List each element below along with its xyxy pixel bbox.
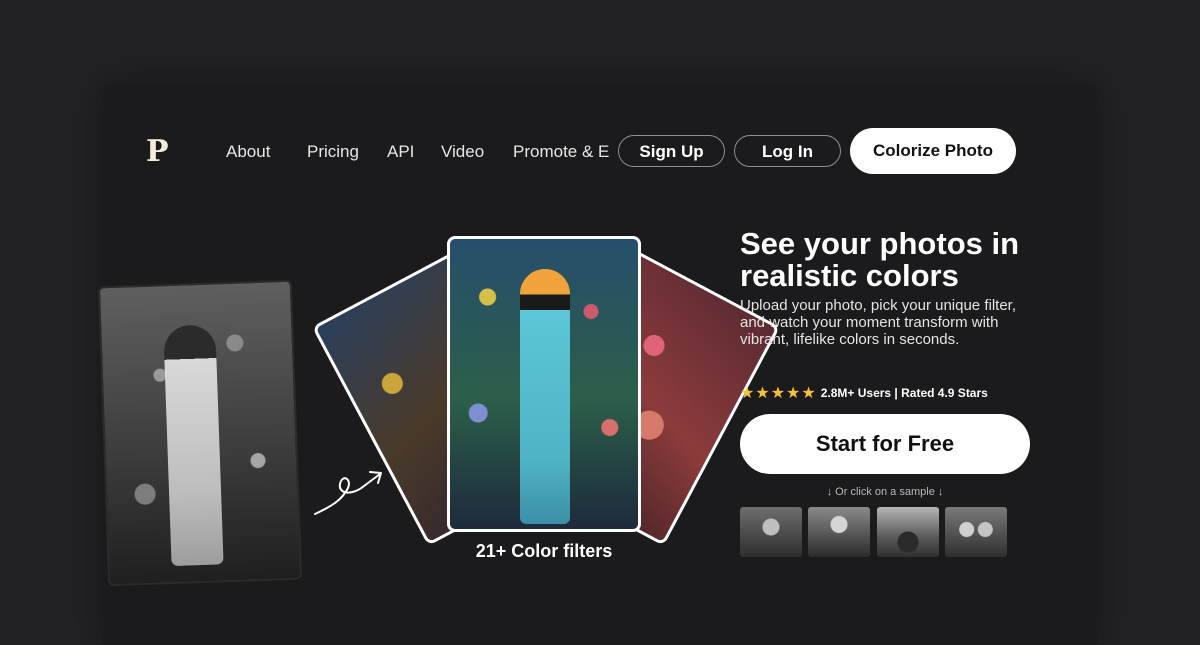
sample-thumbnail[interactable]: [945, 507, 1007, 557]
nav-link-promote[interactable]: Promote & E: [513, 141, 621, 165]
log-in-button[interactable]: Log In: [734, 135, 841, 167]
hero-headline: See your photos in realistic colors: [740, 226, 1020, 293]
nav-link-pricing[interactable]: Pricing: [307, 141, 359, 163]
rating-row: ★★★★★ 2.8M+ Users | Rated 4.9 Stars: [740, 383, 988, 403]
sample-hint: ↓ Or click on a sample ↓: [826, 486, 944, 498]
sample-thumbnail[interactable]: [740, 507, 802, 557]
hero-subtext: Upload your photo, pick your unique filt…: [740, 297, 1016, 348]
photo-figure: [163, 324, 224, 567]
nav-link-api[interactable]: API: [387, 141, 414, 163]
star-icon: ★★★★★: [740, 383, 817, 402]
nav-link-promote-label: Promote & E: [513, 142, 610, 161]
rating-text: 2.8M+ Users | Rated 4.9 Stars: [820, 386, 988, 400]
color-filters-label: 21+ Color filters: [475, 541, 613, 561]
nav-link-about[interactable]: About: [226, 141, 270, 163]
nav-link-video[interactable]: Video: [441, 141, 484, 163]
sign-up-button[interactable]: Sign Up: [618, 135, 725, 167]
filter-card-center[interactable]: [447, 236, 641, 532]
start-for-free-button[interactable]: Start for Free: [740, 414, 1030, 474]
sample-thumbnail[interactable]: [808, 507, 870, 557]
colorize-photo-button[interactable]: Colorize Photo: [850, 128, 1016, 174]
curved-arrow-icon: [314, 471, 382, 515]
bw-sample-photo: [97, 279, 303, 587]
sample-thumbnail[interactable]: [877, 507, 939, 557]
brand-logo[interactable]: P: [146, 136, 169, 168]
photo-figure: [520, 269, 570, 524]
